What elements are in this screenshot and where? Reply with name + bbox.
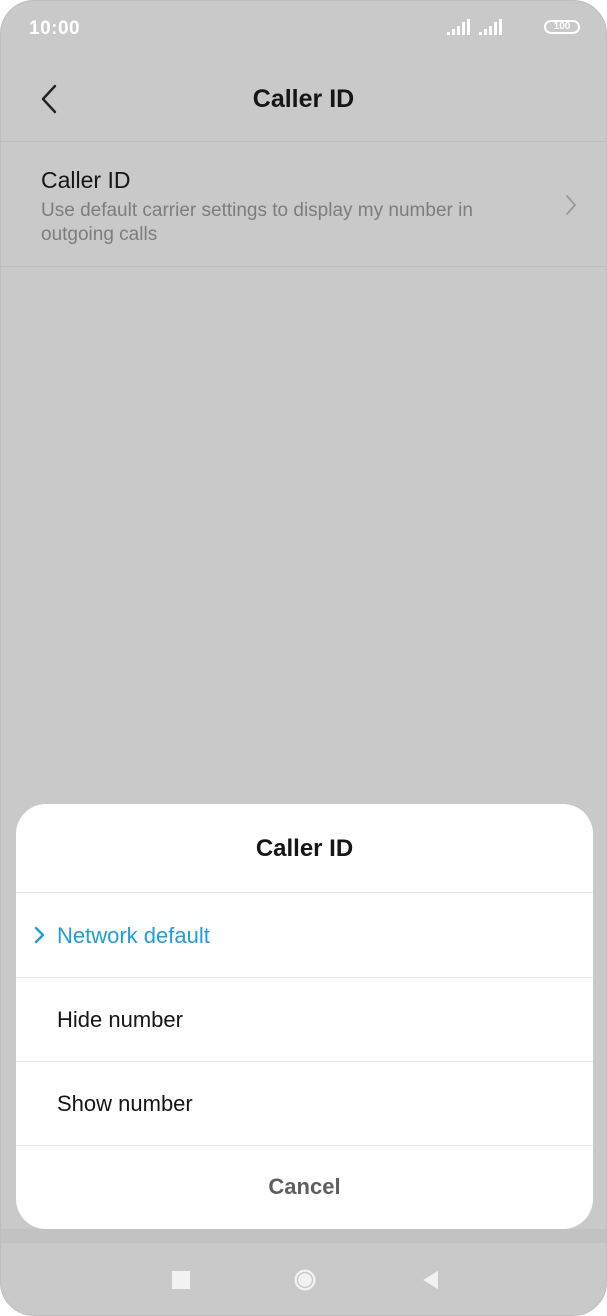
setting-title: Caller ID bbox=[41, 167, 131, 193]
home-icon[interactable] bbox=[293, 1268, 317, 1292]
dialog-title: Caller ID bbox=[16, 804, 593, 893]
back-triangle-icon[interactable] bbox=[421, 1270, 441, 1290]
option-label: Show number bbox=[57, 1091, 193, 1116]
option-network-default[interactable]: Network default bbox=[16, 893, 593, 978]
selected-chevron-icon bbox=[34, 926, 45, 944]
option-show-number[interactable]: Show number bbox=[16, 1061, 593, 1146]
caller-id-dialog: Caller ID Network default Hide number Sh… bbox=[16, 804, 593, 1229]
signal-icon bbox=[479, 19, 502, 35]
phone-screen: 10:00 100 Caller ID Caller ID Use defaul… bbox=[0, 0, 607, 1316]
battery-level: 100 bbox=[553, 21, 571, 32]
header: Caller ID bbox=[1, 57, 606, 142]
option-label: Network default bbox=[57, 923, 210, 948]
status-bar: 10:00 100 bbox=[1, 1, 606, 57]
setting-description: Use default carrier settings to display … bbox=[41, 200, 473, 245]
navigation-bar bbox=[1, 1243, 606, 1315]
status-time: 10:00 bbox=[29, 18, 81, 39]
nav-divider bbox=[1, 1229, 606, 1243]
caller-id-setting-row[interactable]: Caller ID Use default carrier settings t… bbox=[1, 142, 606, 267]
option-label: Hide number bbox=[57, 1007, 183, 1032]
recent-apps-icon[interactable] bbox=[172, 1271, 190, 1289]
battery-icon: 100 bbox=[544, 20, 580, 34]
chevron-right-icon bbox=[566, 195, 576, 215]
cancel-button[interactable]: Cancel bbox=[16, 1145, 593, 1229]
signal-icon bbox=[447, 19, 470, 35]
page-title: Caller ID bbox=[252, 85, 355, 113]
option-hide-number[interactable]: Hide number bbox=[16, 977, 593, 1062]
